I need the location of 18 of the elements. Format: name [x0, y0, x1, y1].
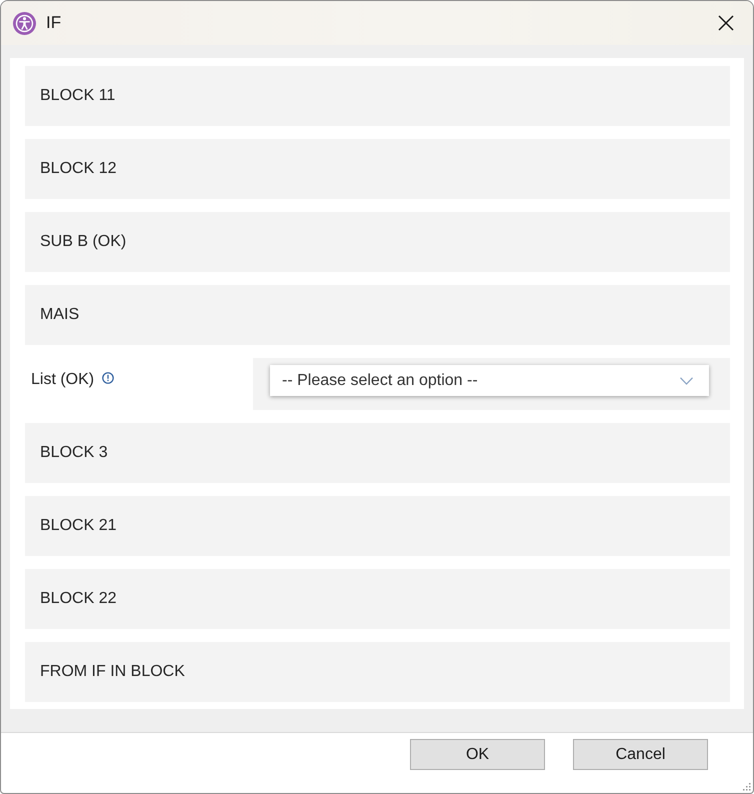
field-label: List (OK)	[31, 371, 94, 389]
dialog-button[interactable]: OK	[410, 739, 545, 770]
block-title: BLOCK 22	[40, 590, 116, 608]
block-title: BLOCK 12	[40, 160, 116, 178]
block-title: MAIS	[40, 306, 80, 324]
block-title: FROM IF IN BLOCK	[40, 663, 185, 681]
block-title: SUB B (OK)	[40, 233, 126, 251]
chevron-down-icon	[680, 376, 693, 384]
info-icon	[102, 372, 114, 384]
dialog-button[interactable]: Cancel	[573, 739, 708, 770]
block-title: BLOCK 11	[40, 87, 116, 105]
block-title: BLOCK 3	[40, 444, 108, 462]
resize-grip-icon[interactable]	[741, 781, 751, 791]
close-icon	[718, 15, 734, 31]
person-icon	[13, 12, 36, 34]
block-title: BLOCK 21	[40, 517, 116, 535]
window-title: IF	[46, 13, 62, 33]
select-dropdown[interactable]: -- Please select an option --	[270, 365, 709, 396]
